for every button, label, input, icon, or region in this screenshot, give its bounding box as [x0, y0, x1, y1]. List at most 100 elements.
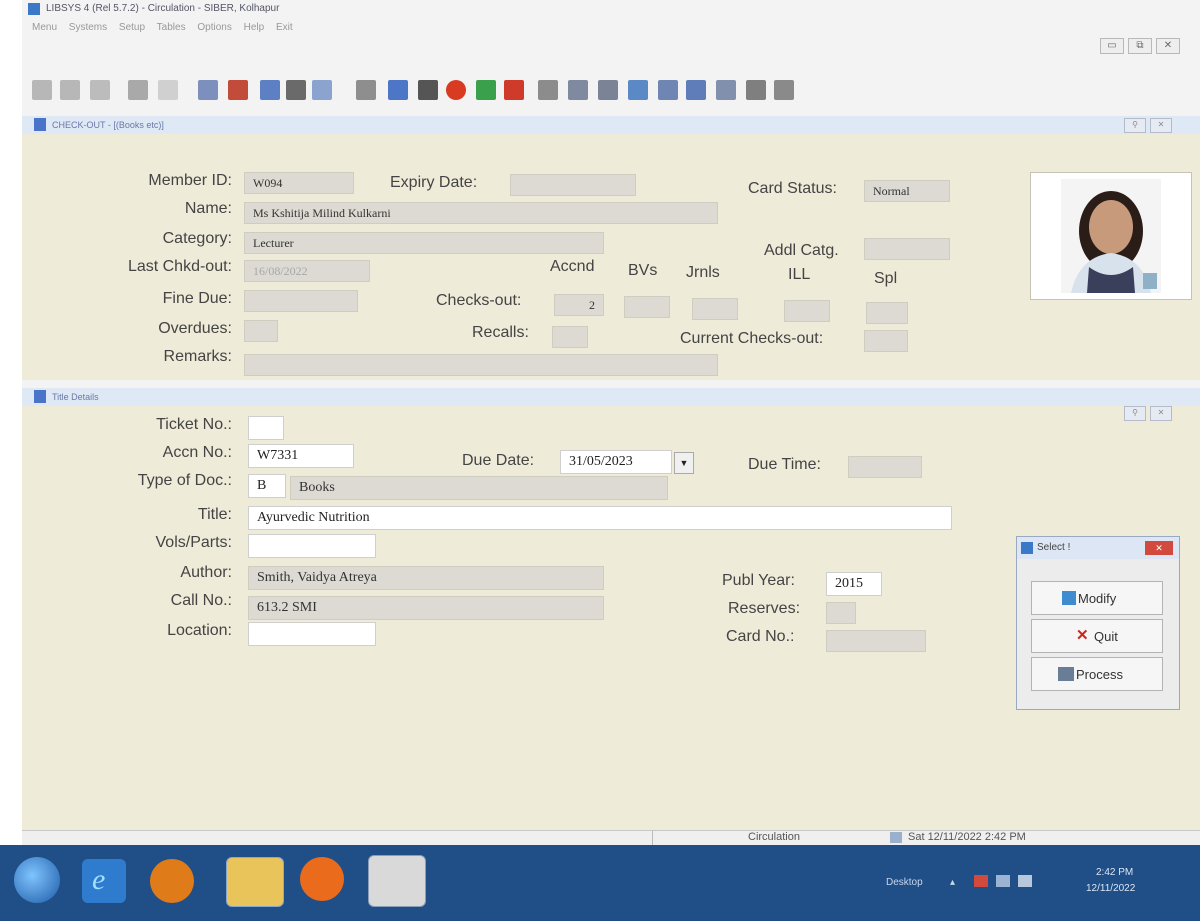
checks-out-spl-field[interactable]	[866, 302, 908, 324]
select-dialog-icon	[1021, 542, 1033, 554]
card-no-field[interactable]	[826, 630, 926, 652]
fine-due-field[interactable]	[244, 290, 358, 312]
reserves-field[interactable]	[826, 602, 856, 624]
accn-no-field[interactable]: W7331	[248, 444, 354, 468]
toolbar-back-arrow-icon[interactable]	[504, 80, 524, 100]
toolbar-checkout-icon[interactable]	[228, 80, 248, 100]
toolbar-report1-icon[interactable]	[538, 80, 558, 100]
toolbar-report8-icon[interactable]	[746, 80, 766, 100]
minimize-button[interactable]: ▭	[1100, 38, 1124, 54]
checks-out-accnd-field[interactable]: 2	[554, 294, 604, 316]
process-button[interactable]: Process	[1031, 657, 1163, 691]
volume-icon[interactable]	[1018, 875, 1032, 887]
title-field[interactable]: Ayurvedic Nutrition	[248, 506, 952, 530]
checkout-pin-button[interactable]: ⚲	[1124, 118, 1146, 133]
card-status-field[interactable]: Normal	[864, 180, 950, 202]
select-dialog-close-button[interactable]: ✕	[1145, 541, 1173, 555]
last-chkd-out-label: Last Chkd-out:	[127, 258, 232, 275]
toolbar-report5-icon[interactable]	[658, 80, 678, 100]
libsys-app-icon[interactable]	[368, 855, 426, 907]
menu-item-exit[interactable]: Exit	[276, 22, 293, 33]
toolbar-printer-icon[interactable]	[286, 80, 306, 100]
recalls-field[interactable]	[552, 326, 588, 348]
due-time-field[interactable]	[848, 456, 922, 478]
title-details-pin-button[interactable]: ⚲	[1124, 406, 1146, 421]
overdues-field[interactable]	[244, 320, 278, 342]
toolbar-member-icon[interactable]	[198, 80, 218, 100]
toolbar-checkin-icon[interactable]	[260, 80, 280, 100]
toolbar-transfer-icon[interactable]	[476, 80, 496, 100]
call-no-field[interactable]: 613.2 SMI	[248, 596, 604, 620]
due-date-dropdown-button[interactable]: ▼	[674, 452, 694, 474]
menu-item-setup[interactable]: Setup	[119, 22, 145, 33]
vols-parts-field[interactable]	[248, 534, 376, 558]
toolbar-search-icon[interactable]	[388, 80, 408, 100]
toolbar-print2-icon[interactable]	[418, 80, 438, 100]
internet-explorer-icon[interactable]: e	[82, 859, 126, 903]
menu-item-help[interactable]: Help	[244, 22, 265, 33]
toolbar-report2-icon[interactable]	[568, 80, 588, 100]
toolbar-report6-icon[interactable]	[686, 80, 706, 100]
firefox-icon[interactable]	[300, 857, 344, 901]
checkout-close-button[interactable]: ✕	[1150, 118, 1172, 133]
toolbar-delete-icon[interactable]	[128, 80, 148, 100]
last-chkd-out-field[interactable]: 16/08/2022	[244, 260, 370, 282]
tray-expand-icon[interactable]: ▴	[950, 877, 955, 888]
flag-icon[interactable]	[974, 875, 988, 887]
title-details-close-button[interactable]: ✕	[1150, 406, 1172, 421]
addl-catg-field[interactable]	[864, 238, 950, 260]
media-player-icon[interactable]	[150, 859, 194, 903]
file-explorer-icon[interactable]	[226, 857, 284, 907]
desktop-label[interactable]: Desktop	[886, 877, 923, 888]
location-field[interactable]	[248, 622, 376, 646]
toolbar-tools-icon[interactable]	[312, 80, 332, 100]
menu-item-systems[interactable]: Systems	[69, 22, 107, 33]
clock-date[interactable]: 12/11/2022	[1086, 883, 1135, 894]
category-field[interactable]: Lecturer	[244, 232, 604, 254]
publ-year-field[interactable]: 2015	[826, 572, 882, 596]
toolbar-report9-icon[interactable]	[774, 80, 794, 100]
quit-button[interactable]: ✕ Quit	[1031, 619, 1163, 653]
modify-icon	[1062, 591, 1076, 605]
checks-out-bvs-field[interactable]	[624, 296, 670, 318]
checkout-window-titlebar: CHECK-OUT - [(Books etc)] ⚲ ✕	[22, 116, 1200, 134]
modify-button[interactable]: Modify	[1031, 581, 1163, 615]
toolbar-globe-icon[interactable]	[446, 80, 466, 100]
card-status-label: Card Status:	[748, 180, 837, 197]
toolbar-save-icon[interactable]	[90, 80, 110, 100]
member-id-field[interactable]: W094	[244, 172, 354, 194]
toolbar-report4-icon[interactable]	[628, 80, 648, 100]
network-icon[interactable]	[996, 875, 1010, 887]
restore-button[interactable]: ⧉	[1128, 38, 1152, 54]
ticket-no-field[interactable]	[248, 416, 284, 440]
name-field[interactable]: Ms Kshitija Milind Kulkarni	[244, 202, 718, 224]
menu-item-menu[interactable]: Menu	[32, 22, 57, 33]
select-dialog-titlebar: Select ! ✕	[1017, 537, 1179, 559]
doc-code-field[interactable]: B	[248, 474, 286, 498]
status-module: Circulation	[748, 831, 800, 843]
chevron-down-icon: ▼	[679, 458, 689, 468]
checks-out-jrnls-field[interactable]	[692, 298, 738, 320]
title-details-titlebar: Title Details	[22, 388, 1200, 406]
toolbar-report3-icon[interactable]	[598, 80, 618, 100]
remarks-label: Remarks:	[163, 348, 232, 365]
remarks-field[interactable]	[244, 354, 718, 376]
toolbar-open-icon[interactable]	[60, 80, 80, 100]
due-date-field[interactable]: 31/05/2023	[560, 450, 672, 474]
menu-item-tables[interactable]: Tables	[157, 22, 186, 33]
expiry-date-field[interactable]	[510, 174, 636, 196]
menu-item-options[interactable]: Options	[197, 22, 231, 33]
toolbar-report7-icon[interactable]	[716, 80, 736, 100]
start-button-icon[interactable]	[14, 857, 60, 903]
app-window: LIBSYS 4 (Rel 5.7.2) - Circulation - SIB…	[22, 0, 1200, 921]
close-button[interactable]: ✕	[1156, 38, 1180, 54]
toolbar-new-icon[interactable]	[32, 80, 52, 100]
category-label: Category:	[162, 230, 232, 247]
toolbar-print-icon[interactable]	[158, 80, 178, 100]
checks-out-ill-field[interactable]	[784, 300, 830, 322]
type-of-doc-label: Type of Doc.:	[137, 472, 232, 489]
current-checks-out-field[interactable]	[864, 330, 908, 352]
clock-time[interactable]: 2:42 PM	[1096, 867, 1133, 878]
author-field[interactable]: Smith, Vaidya Atreya	[248, 566, 604, 590]
toolbar-gray-icon[interactable]	[356, 80, 376, 100]
